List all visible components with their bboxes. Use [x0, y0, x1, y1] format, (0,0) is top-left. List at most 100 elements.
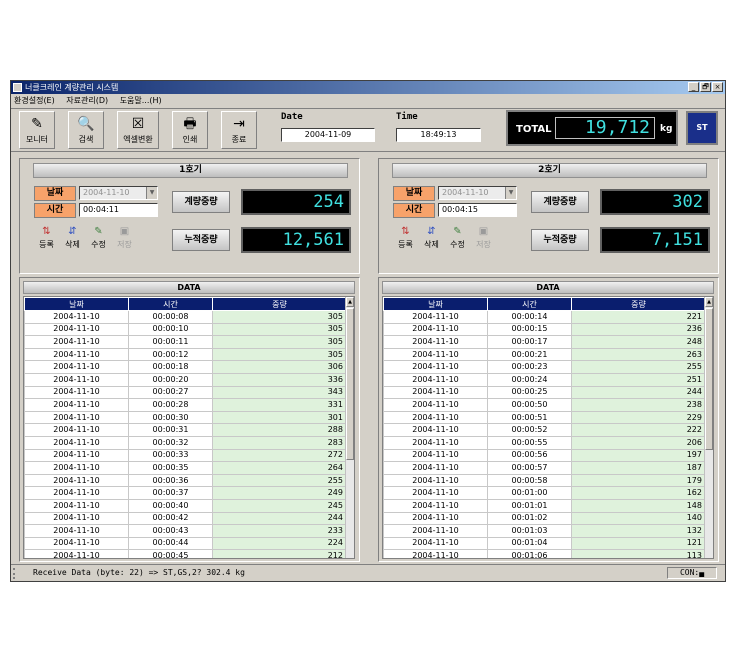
monitor-button[interactable]: ✎ 모니터: [19, 111, 55, 149]
table-row[interactable]: 2004-11-10 00:00:55 206: [383, 435, 706, 450]
table-row[interactable]: 2004-11-10 00:01:02 140: [383, 511, 706, 526]
weight-cell: 283: [212, 435, 347, 450]
title-bar[interactable]: 너클크레인 계량관리 시스템 _ 🗗 ×: [11, 81, 725, 94]
menu-help[interactable]: 도움말...(H): [120, 96, 162, 105]
unit-2-delete-button[interactable]: ⇵ 삭제: [419, 225, 444, 251]
table-row[interactable]: 2004-11-10 00:00:51 229: [383, 410, 706, 425]
table-row[interactable]: 2004-11-10 00:01:03 132: [383, 524, 706, 538]
column-header-time[interactable]: 시간: [128, 297, 213, 311]
time-cell: 00:00:24: [487, 372, 572, 387]
table-row[interactable]: 2004-11-10 00:00:52 222: [383, 423, 706, 437]
table-row[interactable]: 2004-11-10 00:01:04 121: [383, 536, 706, 551]
unit-1-time-input[interactable]: 00:04:11: [79, 203, 158, 217]
table-row[interactable]: 2004-11-10 00:00:58 179: [383, 473, 706, 488]
table-row[interactable]: 2004-11-10 00:00:18 306: [24, 360, 347, 374]
weight-cell: 343: [212, 385, 347, 400]
date-cell: 2004-11-10: [383, 435, 488, 450]
unit-2-weigh-button[interactable]: 계량중량: [531, 191, 589, 213]
column-header-date[interactable]: 날짜: [24, 297, 129, 311]
unit-1-cumulative-button[interactable]: 누적중량: [172, 229, 230, 251]
unit-1-date-select[interactable]: 2004-11-10 ▼: [79, 186, 158, 200]
table-row[interactable]: 2004-11-10 00:00:23 255: [383, 360, 706, 374]
table-row[interactable]: 2004-11-10 00:00:31 288: [24, 423, 347, 437]
unit-1-register-button[interactable]: ⇅ 등록: [34, 225, 59, 251]
time-cell: 00:00:18: [128, 360, 213, 374]
chevron-down-icon[interactable]: ▼: [505, 187, 516, 199]
table-row[interactable]: 2004-11-10 00:00:14 221: [383, 310, 706, 324]
exit-button[interactable]: ⇥ 종료: [221, 111, 257, 149]
table-row[interactable]: 2004-11-10 00:00:30 301: [24, 410, 347, 425]
unit-1-scrollbar[interactable]: ▲: [345, 297, 354, 558]
table-row[interactable]: 2004-11-10 00:00:33 272: [24, 448, 347, 463]
unit-2-scrollbar[interactable]: ▲: [704, 297, 713, 558]
table-row[interactable]: 2004-11-10 00:00:27 343: [24, 385, 347, 400]
chevron-down-icon[interactable]: ▼: [146, 187, 157, 199]
table-row[interactable]: 2004-11-10 00:00:44 224: [24, 536, 347, 551]
unit-2-save-button[interactable]: ▣ 저장: [471, 225, 496, 251]
table-row[interactable]: 2004-11-10 00:00:11 305: [24, 335, 347, 349]
table-row[interactable]: 2004-11-10 00:01:01 148: [383, 498, 706, 513]
table-row[interactable]: 2004-11-10 00:00:25 244: [383, 385, 706, 400]
minimize-button[interactable]: _: [688, 82, 699, 92]
time-cell: 00:00:27: [128, 385, 213, 400]
table-row[interactable]: 2004-11-10 00:00:08 305: [24, 310, 347, 324]
scroll-thumb[interactable]: [346, 308, 354, 460]
table-row[interactable]: 2004-11-10 00:00:12 305: [24, 347, 347, 362]
table-row[interactable]: 2004-11-10 00:00:42 244: [24, 511, 347, 526]
unit-1-edit-button[interactable]: ✎ 수정: [86, 225, 111, 251]
unit-2-edit-button[interactable]: ✎ 수정: [445, 225, 470, 251]
table-row[interactable]: 2004-11-10 00:00:45 212: [24, 549, 347, 558]
date-cell: 2004-11-10: [24, 385, 129, 400]
unit-1-save-button[interactable]: ▣ 저장: [112, 225, 137, 251]
unit-1-register-label: 등록: [39, 240, 54, 249]
column-header-weight[interactable]: 중량: [212, 297, 347, 311]
unit-1-delete-button[interactable]: ⇵ 삭제: [60, 225, 85, 251]
time-cell: 00:00:40: [128, 498, 213, 513]
column-header-date[interactable]: 날짜: [383, 297, 488, 311]
column-header-time[interactable]: 시간: [487, 297, 572, 311]
table-row[interactable]: 2004-11-10 00:00:35 264: [24, 461, 347, 475]
table-row[interactable]: 2004-11-10 00:00:20 336: [24, 372, 347, 387]
scroll-up-icon[interactable]: ▲: [705, 297, 713, 307]
menu-data[interactable]: 자료관리(D): [66, 96, 108, 105]
unit-2-data-grid[interactable]: 날짜 시간 중량 2004-11-10 00:00:14 221 2004-11-10…: [382, 296, 714, 559]
date-cell: 2004-11-10: [24, 372, 129, 387]
restore-button[interactable]: 🗗: [700, 82, 711, 92]
table-row[interactable]: 2004-11-10 00:01:00 162: [383, 486, 706, 500]
print-button[interactable]: 🖶 인쇄: [172, 111, 208, 149]
table-row[interactable]: 2004-11-10 00:00:43 233: [24, 524, 347, 538]
table-row[interactable]: 2004-11-10 00:00:10 305: [24, 322, 347, 337]
table-row[interactable]: 2004-11-10 00:00:40 245: [24, 498, 347, 513]
table-row[interactable]: 2004-11-10 00:00:57 187: [383, 461, 706, 475]
unit-2-time-input[interactable]: 00:04:15: [438, 203, 517, 217]
unit-2-cumulative-button[interactable]: 누적중량: [531, 229, 589, 251]
unit-1-data-grid[interactable]: 날짜 시간 중량 2004-11-10 00:00:08 305 2004-11-10…: [23, 296, 355, 559]
table-row[interactable]: 2004-11-10 00:00:36 255: [24, 473, 347, 488]
search-button[interactable]: 🔍 검색: [68, 111, 104, 149]
company-logo: ST: [686, 111, 718, 145]
close-button[interactable]: ×: [712, 82, 723, 92]
date-cell: 2004-11-10: [383, 473, 488, 488]
unit-2-weigh-display: 302: [600, 189, 710, 215]
unit-2-date-select[interactable]: 2004-11-10 ▼: [438, 186, 517, 200]
table-row[interactable]: 2004-11-10 00:00:15 236: [383, 322, 706, 337]
table-row[interactable]: 2004-11-10 00:01:06 113: [383, 549, 706, 558]
table-row[interactable]: 2004-11-10 00:00:56 197: [383, 448, 706, 463]
table-row[interactable]: 2004-11-10 00:00:50 238: [383, 398, 706, 412]
table-row[interactable]: 2004-11-10 00:00:37 249: [24, 486, 347, 500]
unit-1-date-value: 2004-11-10: [83, 188, 130, 197]
unit-1-weigh-button[interactable]: 계량중량: [172, 191, 230, 213]
unit-2-register-button[interactable]: ⇅ 등록: [393, 225, 418, 251]
table-row[interactable]: 2004-11-10 00:00:17 248: [383, 335, 706, 349]
table-row[interactable]: 2004-11-10 00:00:21 263: [383, 347, 706, 362]
column-header-weight[interactable]: 중량: [571, 297, 706, 311]
menu-settings[interactable]: 환경설정(E): [14, 96, 55, 105]
scroll-thumb[interactable]: [705, 308, 713, 450]
table-row[interactable]: 2004-11-10 00:00:24 251: [383, 372, 706, 387]
weight-cell: 140: [571, 511, 706, 526]
table-row[interactable]: 2004-11-10 00:00:28 331: [24, 398, 347, 412]
date-value: 2004-11-09: [281, 128, 375, 142]
table-row[interactable]: 2004-11-10 00:00:32 283: [24, 435, 347, 450]
excel-export-button[interactable]: ☒ 엑셀변환: [117, 111, 159, 149]
scroll-up-icon[interactable]: ▲: [346, 297, 354, 307]
